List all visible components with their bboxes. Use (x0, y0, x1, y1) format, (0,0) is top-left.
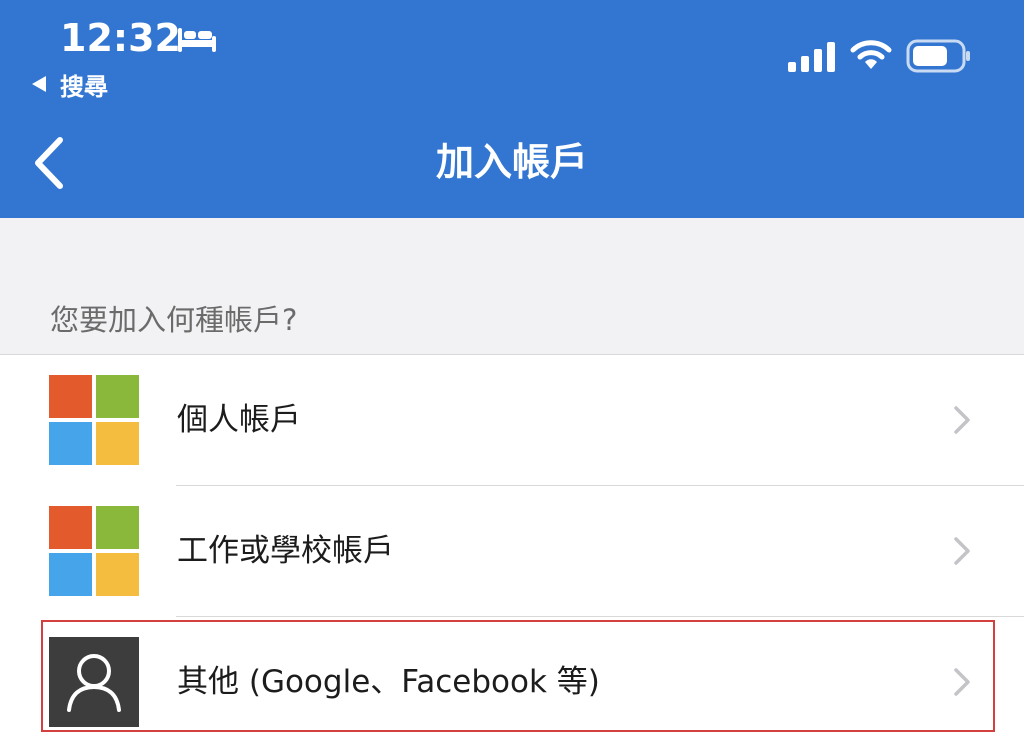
chevron-right-icon (954, 406, 970, 434)
wifi-icon (850, 40, 892, 69)
bed-icon (178, 28, 216, 52)
cellular-signal-icon (788, 42, 835, 72)
account-option-label: 個人帳戶 (177, 402, 301, 438)
person-icon (49, 637, 139, 727)
back-triangle-icon (32, 76, 46, 92)
chevron-right-icon (954, 668, 970, 696)
account-option-work-school[interactable]: 工作或學校帳戶 (0, 486, 1024, 616)
account-option-other[interactable]: 其他 (Google、Facebook 等) (0, 617, 1024, 747)
account-option-label: 工作或學校帳戶 (177, 533, 394, 569)
battery-icon (906, 39, 970, 73)
account-option-personal[interactable]: 個人帳戶 (0, 355, 1024, 485)
account-type-prompt: 您要加入何種帳戶? (50, 303, 298, 337)
account-option-label: 其他 (Google、Facebook 等) (177, 664, 600, 700)
microsoft-logo-icon (49, 506, 139, 596)
microsoft-logo-icon (49, 375, 139, 465)
top-header: 12:32 搜尋 加入帳戶 (0, 0, 1024, 218)
page-title: 加入帳戶 (435, 140, 588, 184)
status-time: 12:32 (60, 16, 181, 60)
chevron-right-icon (954, 537, 970, 565)
back-to-search-button[interactable]: 搜尋 (32, 66, 108, 102)
back-to-search-label: 搜尋 (60, 72, 108, 101)
